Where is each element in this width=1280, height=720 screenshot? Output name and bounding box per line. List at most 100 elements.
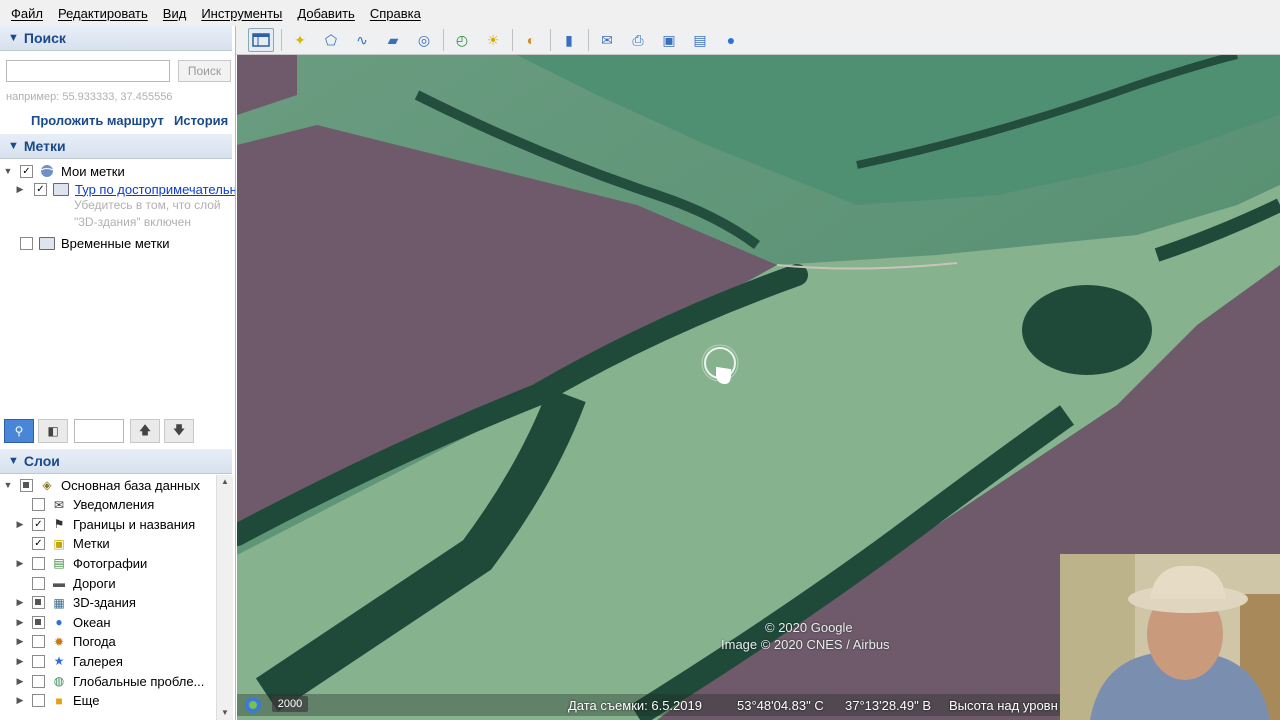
expand-arrow-icon[interactable]: ▶ <box>14 597 26 608</box>
places-item-tour[interactable]: ▶ ✓ Тур по достопримечательностям <box>14 179 235 199</box>
add-placemark-button[interactable]: ✦ <box>288 29 312 51</box>
layer-checkbox[interactable] <box>32 596 45 610</box>
layer-checkbox[interactable]: ✓ <box>32 517 45 531</box>
temp-places-checkbox[interactable] <box>20 236 33 250</box>
view-in-maps-button[interactable]: ▤ <box>688 29 712 51</box>
places-item-my-places[interactable]: ▼ ✓ Мои метки <box>2 161 125 181</box>
toggle-panel-button[interactable]: ◧ <box>38 419 68 443</box>
search-places-button[interactable]: ⚲ <box>4 419 34 443</box>
search-panel-title: Поиск <box>23 30 66 46</box>
expand-arrow-icon[interactable]: ▶ <box>14 519 26 530</box>
tour-link[interactable]: Тур по достопримечательностям <box>75 182 235 197</box>
my-places-checkbox[interactable]: ✓ <box>20 164 33 178</box>
menu-add[interactable]: Добавить <box>297 6 354 21</box>
layer-checkbox[interactable] <box>32 576 45 590</box>
layer-item[interactable]: ▶ ▦ 3D-здания <box>14 593 136 613</box>
layer-item[interactable]: ▼ ◈ Основная база данных <box>2 475 201 495</box>
menu-view[interactable]: Вид <box>163 6 187 21</box>
save-image-button[interactable]: ▣ <box>657 29 681 51</box>
overlay-icon: ▰ <box>387 31 399 48</box>
ruler-button[interactable]: ▮ <box>557 29 581 51</box>
add-path-button[interactable]: ∿ <box>350 29 374 51</box>
move-down-button[interactable]: 🡇 <box>164 419 194 443</box>
expand-arrow-icon[interactable]: ▶ <box>14 617 26 628</box>
planets-button[interactable]: ◐ <box>519 29 543 51</box>
add-polygon-button[interactable]: ⬠ <box>319 29 343 51</box>
layer-checkbox[interactable]: ✓ <box>32 537 45 551</box>
collapse-triangle-icon: ▼ <box>8 455 19 467</box>
layer-item[interactable]: ✓ ▣ Метки <box>14 534 110 554</box>
expand-arrow-icon[interactable]: ▶ <box>14 184 26 195</box>
directions-link[interactable]: Проложить маршрут <box>31 113 164 128</box>
layers-panel-header[interactable]: ▼ Слои <box>0 449 232 474</box>
collapse-triangle-icon: ▼ <box>8 140 19 152</box>
expand-arrow-icon[interactable]: ▶ <box>14 558 26 569</box>
layer-item[interactable]: ▶ ◍ Глобальные пробле... <box>14 671 205 691</box>
layer-label: Океан <box>73 614 111 630</box>
move-up-button[interactable]: 🡅 <box>130 419 160 443</box>
layer-label: Фотографии <box>73 555 148 571</box>
photo-icon: ▤ <box>53 556 65 571</box>
search-button[interactable]: Поиск <box>178 60 231 82</box>
layers-scrollbar[interactable]: ▲ ▼ <box>216 475 233 720</box>
layer-label: Еще <box>73 693 100 709</box>
layer-checkbox[interactable] <box>32 556 45 570</box>
layer-label: Метки <box>73 536 110 552</box>
history-link[interactable]: История <box>174 113 228 128</box>
ruler-icon: ▮ <box>565 31 573 48</box>
layer-checkbox[interactable] <box>32 498 45 512</box>
menu-help[interactable]: Справка <box>370 6 421 21</box>
layer-item[interactable]: ▶ ✹ Погода <box>14 632 116 652</box>
layer-item[interactable]: ▶ ■ Еще <box>14 691 100 711</box>
sidebar-toggle-button[interactable] <box>248 28 274 52</box>
layer-checkbox[interactable] <box>32 615 45 629</box>
menu-file[interactable]: Файл <box>11 6 43 21</box>
email-button[interactable]: ✉ <box>595 29 619 51</box>
search-panel-header[interactable]: ▼ Поиск <box>0 26 232 51</box>
menu-tools[interactable]: Инструменты <box>201 6 282 21</box>
layer-item[interactable]: ▶ ▤ Фотографии <box>14 553 148 573</box>
sidebar-icon <box>252 33 270 47</box>
expand-arrow-icon[interactable]: ▶ <box>14 656 26 667</box>
historical-imagery-button[interactable]: ◴ <box>450 29 474 51</box>
expand-arrow-icon[interactable]: ▶ <box>14 636 26 647</box>
search-input[interactable] <box>6 60 170 82</box>
places-item-temporary[interactable]: Временные метки <box>2 233 169 253</box>
expand-arrow-icon[interactable]: ▼ <box>2 480 14 490</box>
places-panel-header[interactable]: ▼ Метки <box>0 134 232 159</box>
layer-item[interactable]: ▬ Дороги <box>14 573 116 593</box>
historical-imagery-globe-icon[interactable] <box>244 696 262 714</box>
layer-checkbox[interactable] <box>32 674 45 688</box>
arrow-down-icon: 🡇 <box>172 422 186 437</box>
earth-gallery-button[interactable]: ● <box>719 29 743 51</box>
layer-item[interactable]: ▶ ★ Галерея <box>14 651 123 671</box>
record-icon: ◎ <box>417 31 431 48</box>
clock-globe-icon: ◴ <box>455 31 469 48</box>
expand-arrow-icon[interactable]: ▶ <box>14 695 26 706</box>
globe-icon: ● <box>726 32 736 48</box>
sunlight-button[interactable]: ☀ <box>481 29 505 51</box>
layer-item[interactable]: ▶ ● Океан <box>14 612 111 632</box>
add-overlay-button[interactable]: ▰ <box>381 29 405 51</box>
scroll-up-arrow-icon[interactable]: ▲ <box>217 475 233 489</box>
save-image-icon: ▣ <box>662 31 676 48</box>
collapse-arrow-icon[interactable]: ▼ <box>2 166 14 176</box>
places-filter-input[interactable] <box>74 419 124 443</box>
layer-checkbox[interactable] <box>32 635 45 649</box>
layer-checkbox[interactable] <box>32 654 45 668</box>
elevation-readout: Высота над уровн <box>949 698 1058 713</box>
layer-checkbox[interactable] <box>20 478 33 492</box>
building-icon: ▦ <box>53 595 65 610</box>
tour-checkbox[interactable]: ✓ <box>34 182 47 196</box>
record-tour-button[interactable]: ◎ <box>412 29 436 51</box>
menu-edit[interactable]: Редактировать <box>58 6 148 21</box>
expand-arrow-icon[interactable]: ▶ <box>14 676 26 687</box>
print-button[interactable]: ⎙ <box>626 29 650 51</box>
layers-panel-title: Слои <box>23 453 60 469</box>
layer-item[interactable]: ▶ ✓ ⚑ Границы и названия <box>14 514 196 534</box>
scroll-down-arrow-icon[interactable]: ▼ <box>217 706 233 720</box>
layer-checkbox[interactable] <box>32 694 45 708</box>
map-copyright-google: © 2020 Google <box>765 620 853 635</box>
layer-item[interactable]: ✉ Уведомления <box>14 495 154 515</box>
magnifier-icon: ⚲ <box>14 424 24 438</box>
